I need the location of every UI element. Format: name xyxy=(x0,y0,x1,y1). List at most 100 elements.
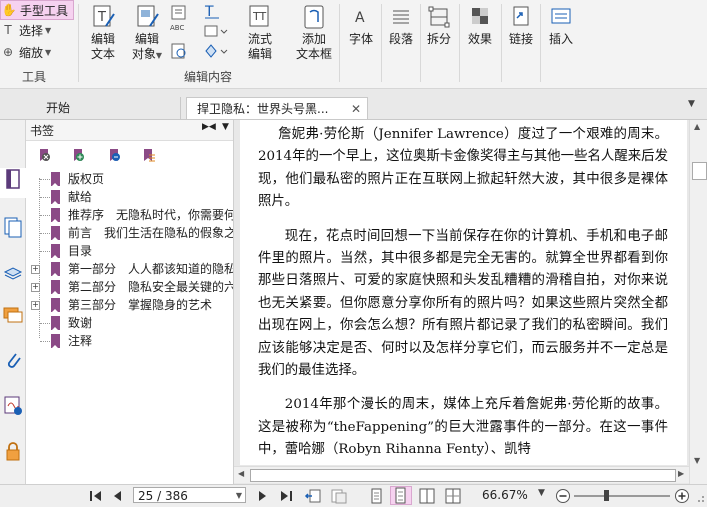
bookmark-label: 目录 xyxy=(68,244,93,258)
zoom-dropdown-chevron-icon[interactable]: ▼ xyxy=(538,488,545,498)
previous-view-icon[interactable] xyxy=(304,488,322,504)
spell-check-icon[interactable]: ABC xyxy=(170,24,188,38)
bookmark-icon xyxy=(51,226,60,241)
bookmark-item[interactable]: 推荐序 无隐私时代，你需要何 xyxy=(26,206,233,224)
bookmark-icon xyxy=(51,298,60,313)
edit-text-button[interactable]: T 编辑 文本 xyxy=(86,4,120,62)
bookmark-panel-icon[interactable] xyxy=(3,168,23,190)
add-textbox-button[interactable]: 添加 文本框 xyxy=(292,4,336,62)
single-page-view-icon[interactable] xyxy=(368,488,384,504)
split-button[interactable]: 拆分 xyxy=(424,4,454,47)
text-cursor-icon: T xyxy=(4,23,12,37)
attachment-icon[interactable] xyxy=(3,350,23,372)
add-textbox-icon xyxy=(301,4,327,30)
tree-connector xyxy=(40,341,50,342)
insert-icon xyxy=(548,4,574,30)
select-button[interactable]: T 选择 ▼ xyxy=(0,20,74,40)
bookmark-item[interactable]: 目录 xyxy=(26,242,233,260)
bookmark-item[interactable]: 致谢 xyxy=(26,314,233,332)
scroll-up-icon[interactable]: ▲ xyxy=(694,122,700,131)
zoom-in-icon[interactable] xyxy=(674,488,690,504)
scroll-left-icon[interactable]: ◀ xyxy=(238,469,244,478)
paragraph-button[interactable]: 段落 xyxy=(386,4,416,47)
bookmark-item[interactable]: 版权页 xyxy=(26,170,233,188)
svg-text:TT: TT xyxy=(252,10,267,23)
layers-panel-icon[interactable] xyxy=(3,260,23,282)
bookmark-item[interactable]: + 第一部分 人人都该知道的隐私 xyxy=(26,260,233,278)
hscrollbar-thumb[interactable] xyxy=(250,469,676,482)
tools-group-label: 工具 xyxy=(22,70,47,84)
last-page-icon[interactable] xyxy=(278,488,294,504)
bookmark-item[interactable]: 注释 xyxy=(26,332,233,350)
zoom-label: 缩放 xyxy=(19,45,44,60)
hand-tool-button[interactable]: ✋ 手型工具 xyxy=(0,0,74,20)
bookmark-label: 第三部分 掌握隐身的艺术 xyxy=(68,298,213,312)
horizontal-scrollbar[interactable]: ◀ ▶ xyxy=(234,466,689,483)
text-format-icon[interactable]: T xyxy=(203,2,227,20)
link-button[interactable]: 链接 xyxy=(505,4,537,47)
two-page-continuous-icon[interactable] xyxy=(444,488,462,504)
zoom-out-icon[interactable] xyxy=(555,488,571,504)
flow-edit-button[interactable]: TT 流式 编辑 xyxy=(242,4,278,62)
chevron-down-icon[interactable]: ▼ xyxy=(236,488,242,504)
add-child-bookmark-icon[interactable] xyxy=(106,147,122,163)
scrollbar-thumb[interactable] xyxy=(692,162,707,180)
first-page-icon[interactable] xyxy=(88,488,104,504)
shape-icon[interactable] xyxy=(203,42,229,60)
bookmark-item[interactable]: 献给 xyxy=(26,188,233,206)
zoom-slider[interactable] xyxy=(574,495,670,497)
collapse-panel-icon[interactable]: ▶◀ xyxy=(202,122,216,132)
vertical-scrollbar[interactable]: ▲ ▼ xyxy=(689,120,707,484)
continuous-view-icon[interactable] xyxy=(390,486,412,505)
tab-document[interactable]: 捍卫隐私：世界头号黑... ✕ xyxy=(186,97,368,119)
signature-panel-icon[interactable] xyxy=(3,394,23,416)
delete-bookmark-icon[interactable] xyxy=(36,147,52,163)
scroll-down-icon[interactable]: ▼ xyxy=(694,456,700,465)
edit-object-button[interactable]: 编辑 对象▼ xyxy=(126,4,168,63)
effects-button[interactable]: 效果 xyxy=(463,4,497,47)
pages-panel-icon[interactable] xyxy=(3,216,23,238)
bookmark-icon xyxy=(51,280,60,295)
split-label: 拆分 xyxy=(426,32,451,46)
two-page-view-icon[interactable] xyxy=(418,488,436,504)
expand-icon[interactable]: + xyxy=(31,301,40,310)
bookmark-item[interactable]: 前言 我们生活在隐私的假象之 xyxy=(26,224,233,242)
comments-panel-icon[interactable] xyxy=(3,304,23,326)
zoom-button[interactable]: ⊕ 缩放 ▼ xyxy=(0,42,74,62)
bookmark-label: 献给 xyxy=(68,190,93,204)
add-bookmark-icon[interactable] xyxy=(70,147,86,163)
bookmark-label: 前言 我们生活在隐私的假象之 xyxy=(68,226,234,240)
insert-label: 插入 xyxy=(548,32,573,46)
insert-button[interactable]: 插入 xyxy=(544,4,578,47)
next-page-icon[interactable] xyxy=(254,488,270,504)
panel-menu-chevron-icon[interactable]: ▼ xyxy=(222,122,229,132)
add-textbox-label-2: 文本框 xyxy=(295,47,332,61)
scroll-right-icon[interactable]: ▶ xyxy=(678,469,684,478)
close-icon[interactable]: ✕ xyxy=(351,98,361,120)
bookmark-options-icon[interactable] xyxy=(140,147,156,163)
textbox-icon[interactable] xyxy=(170,4,188,22)
expand-icon[interactable]: + xyxy=(31,265,40,274)
tree-connector xyxy=(40,179,50,180)
bookmark-item[interactable]: + 第二部分 隐私安全最关键的六 xyxy=(26,278,233,296)
lock-icon[interactable] xyxy=(3,440,23,462)
svg-text:T: T xyxy=(97,10,106,25)
tab-home[interactable]: 开始 xyxy=(30,97,181,119)
page-number-input[interactable]: 25 / 386 ▼ xyxy=(133,487,246,503)
select-label: 选择 xyxy=(19,23,44,38)
zoom-slider-thumb[interactable] xyxy=(604,490,609,501)
bookmark-item[interactable]: + 第三部分 掌握隐身的艺术 xyxy=(26,296,233,314)
paragraph: 2014年那个漫长的周末，媒体上充斥着詹妮弗·劳伦斯的故事。这是被称为“theF… xyxy=(258,397,668,458)
replace-icon[interactable] xyxy=(170,42,188,60)
next-view-icon[interactable] xyxy=(330,488,348,504)
bookmark-icon xyxy=(51,244,60,259)
edit-content-group-label: 编辑内容 xyxy=(184,70,233,84)
layout-icon[interactable] xyxy=(203,22,229,40)
previous-page-icon[interactable] xyxy=(110,488,126,504)
bookmarks-title: 书签 xyxy=(30,124,55,138)
tab-list-chevron-icon[interactable]: ▼ xyxy=(688,99,695,109)
expand-icon[interactable]: + xyxy=(31,283,40,292)
edit-object-icon xyxy=(134,4,160,30)
bookmark-label: 第二部分 隐私安全最关键的六 xyxy=(68,280,234,294)
font-button[interactable]: A 字体 xyxy=(344,4,378,47)
